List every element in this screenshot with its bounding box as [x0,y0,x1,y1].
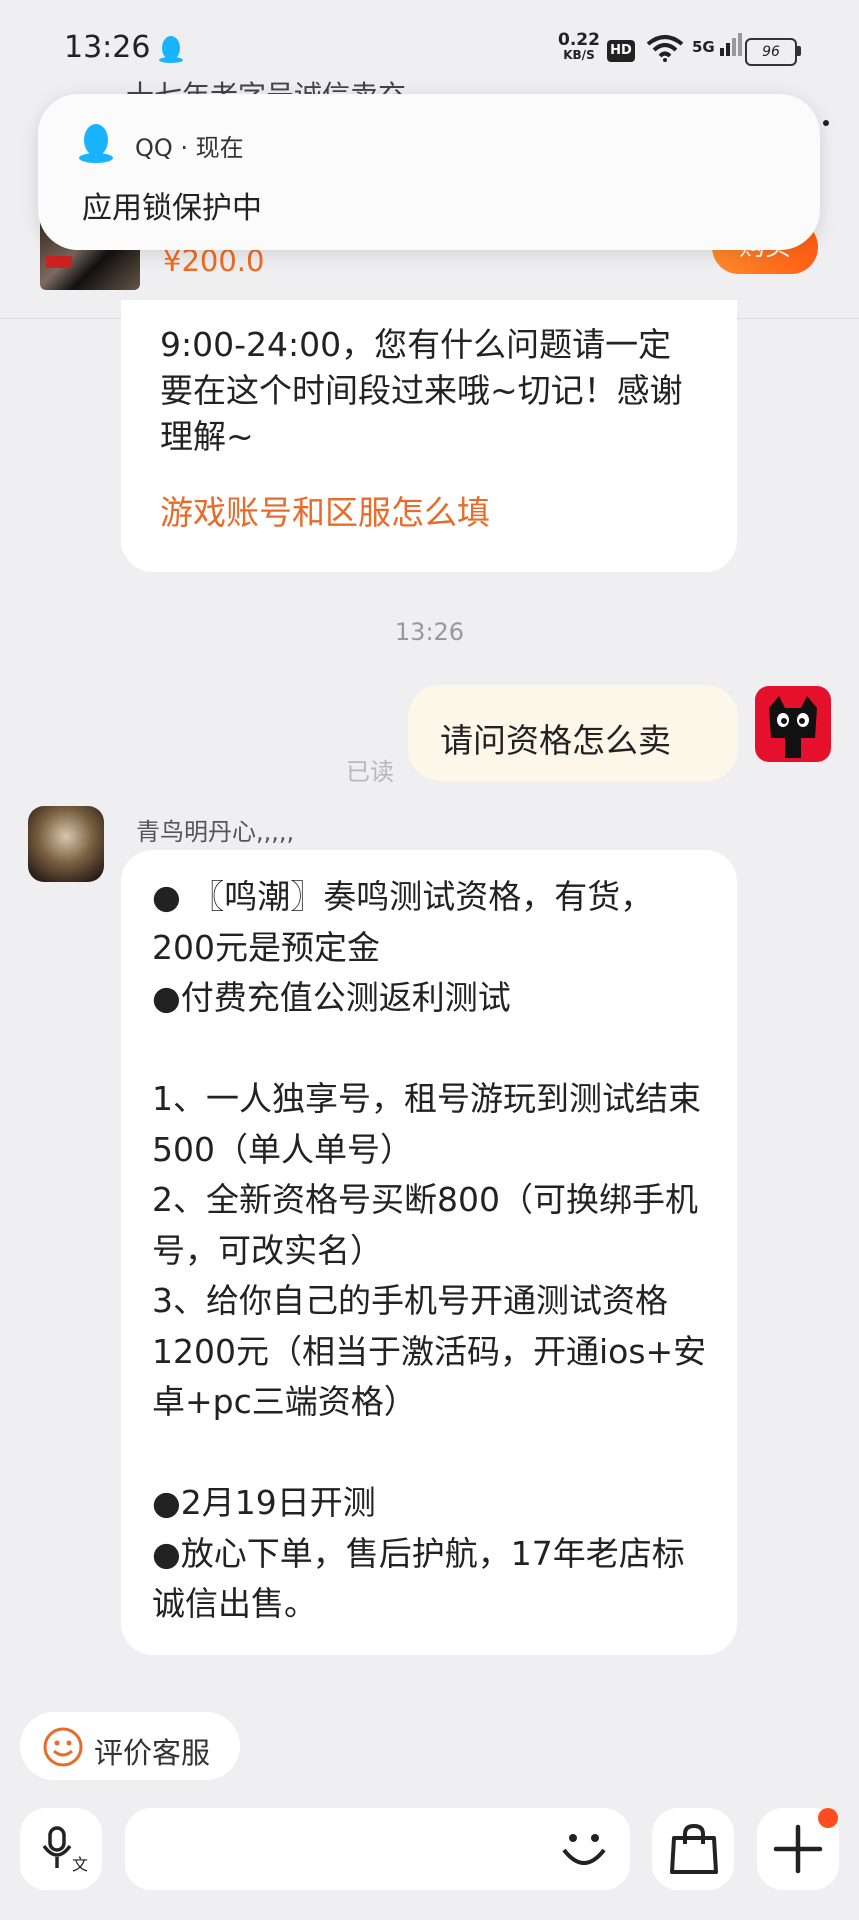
emoji-icon[interactable] [556,1820,612,1880]
network-speed-value: 0.22 [558,30,600,50]
hd-badge: HD [607,40,635,62]
svg-text:文: 文 [72,1855,88,1874]
my-message-text: 请问资格怎么卖 [440,721,671,760]
service-hours-text: 9:00-24:00，您有什么问题请一定要在这个时间段过来哦~切记！感谢理解~ [160,325,683,456]
notification-app-name: QQ · 现在 [135,134,244,162]
plus-icon [772,1823,824,1879]
notification-dot [818,1808,838,1828]
agent-avatar[interactable] [28,806,104,882]
chat-timestamp: 13:26 [394,618,465,646]
smiley-icon [42,1726,84,1772]
more-dot-icon[interactable] [823,120,829,126]
notification-body: 应用锁保护中 [82,191,262,226]
read-receipt: 已读 [346,758,394,786]
evaluate-service-label: 评价客服 [94,1736,211,1770]
network-type: 5G [692,38,715,56]
shopping-bag-icon [668,1822,720,1880]
voice-translate-icon: 文 [38,1824,90,1878]
battery-tip [797,46,801,56]
faq-link[interactable]: 游戏账号和区服怎么填 [160,486,490,534]
agent-name: 青鸟明丹心,,,,, [136,818,295,846]
my-avatar[interactable] [755,686,831,762]
network-speed: 0.22 KB/S [558,32,600,62]
agent-message-text: ● 〖鸣潮〗奏鸣测试资格，有货，200元是预定金 ●付费充值公测返利测试 1、一… [152,877,707,1623]
signal-5g: 5G [692,32,742,56]
message-input[interactable] [125,1808,630,1890]
qq-penguin-icon [78,122,114,168]
